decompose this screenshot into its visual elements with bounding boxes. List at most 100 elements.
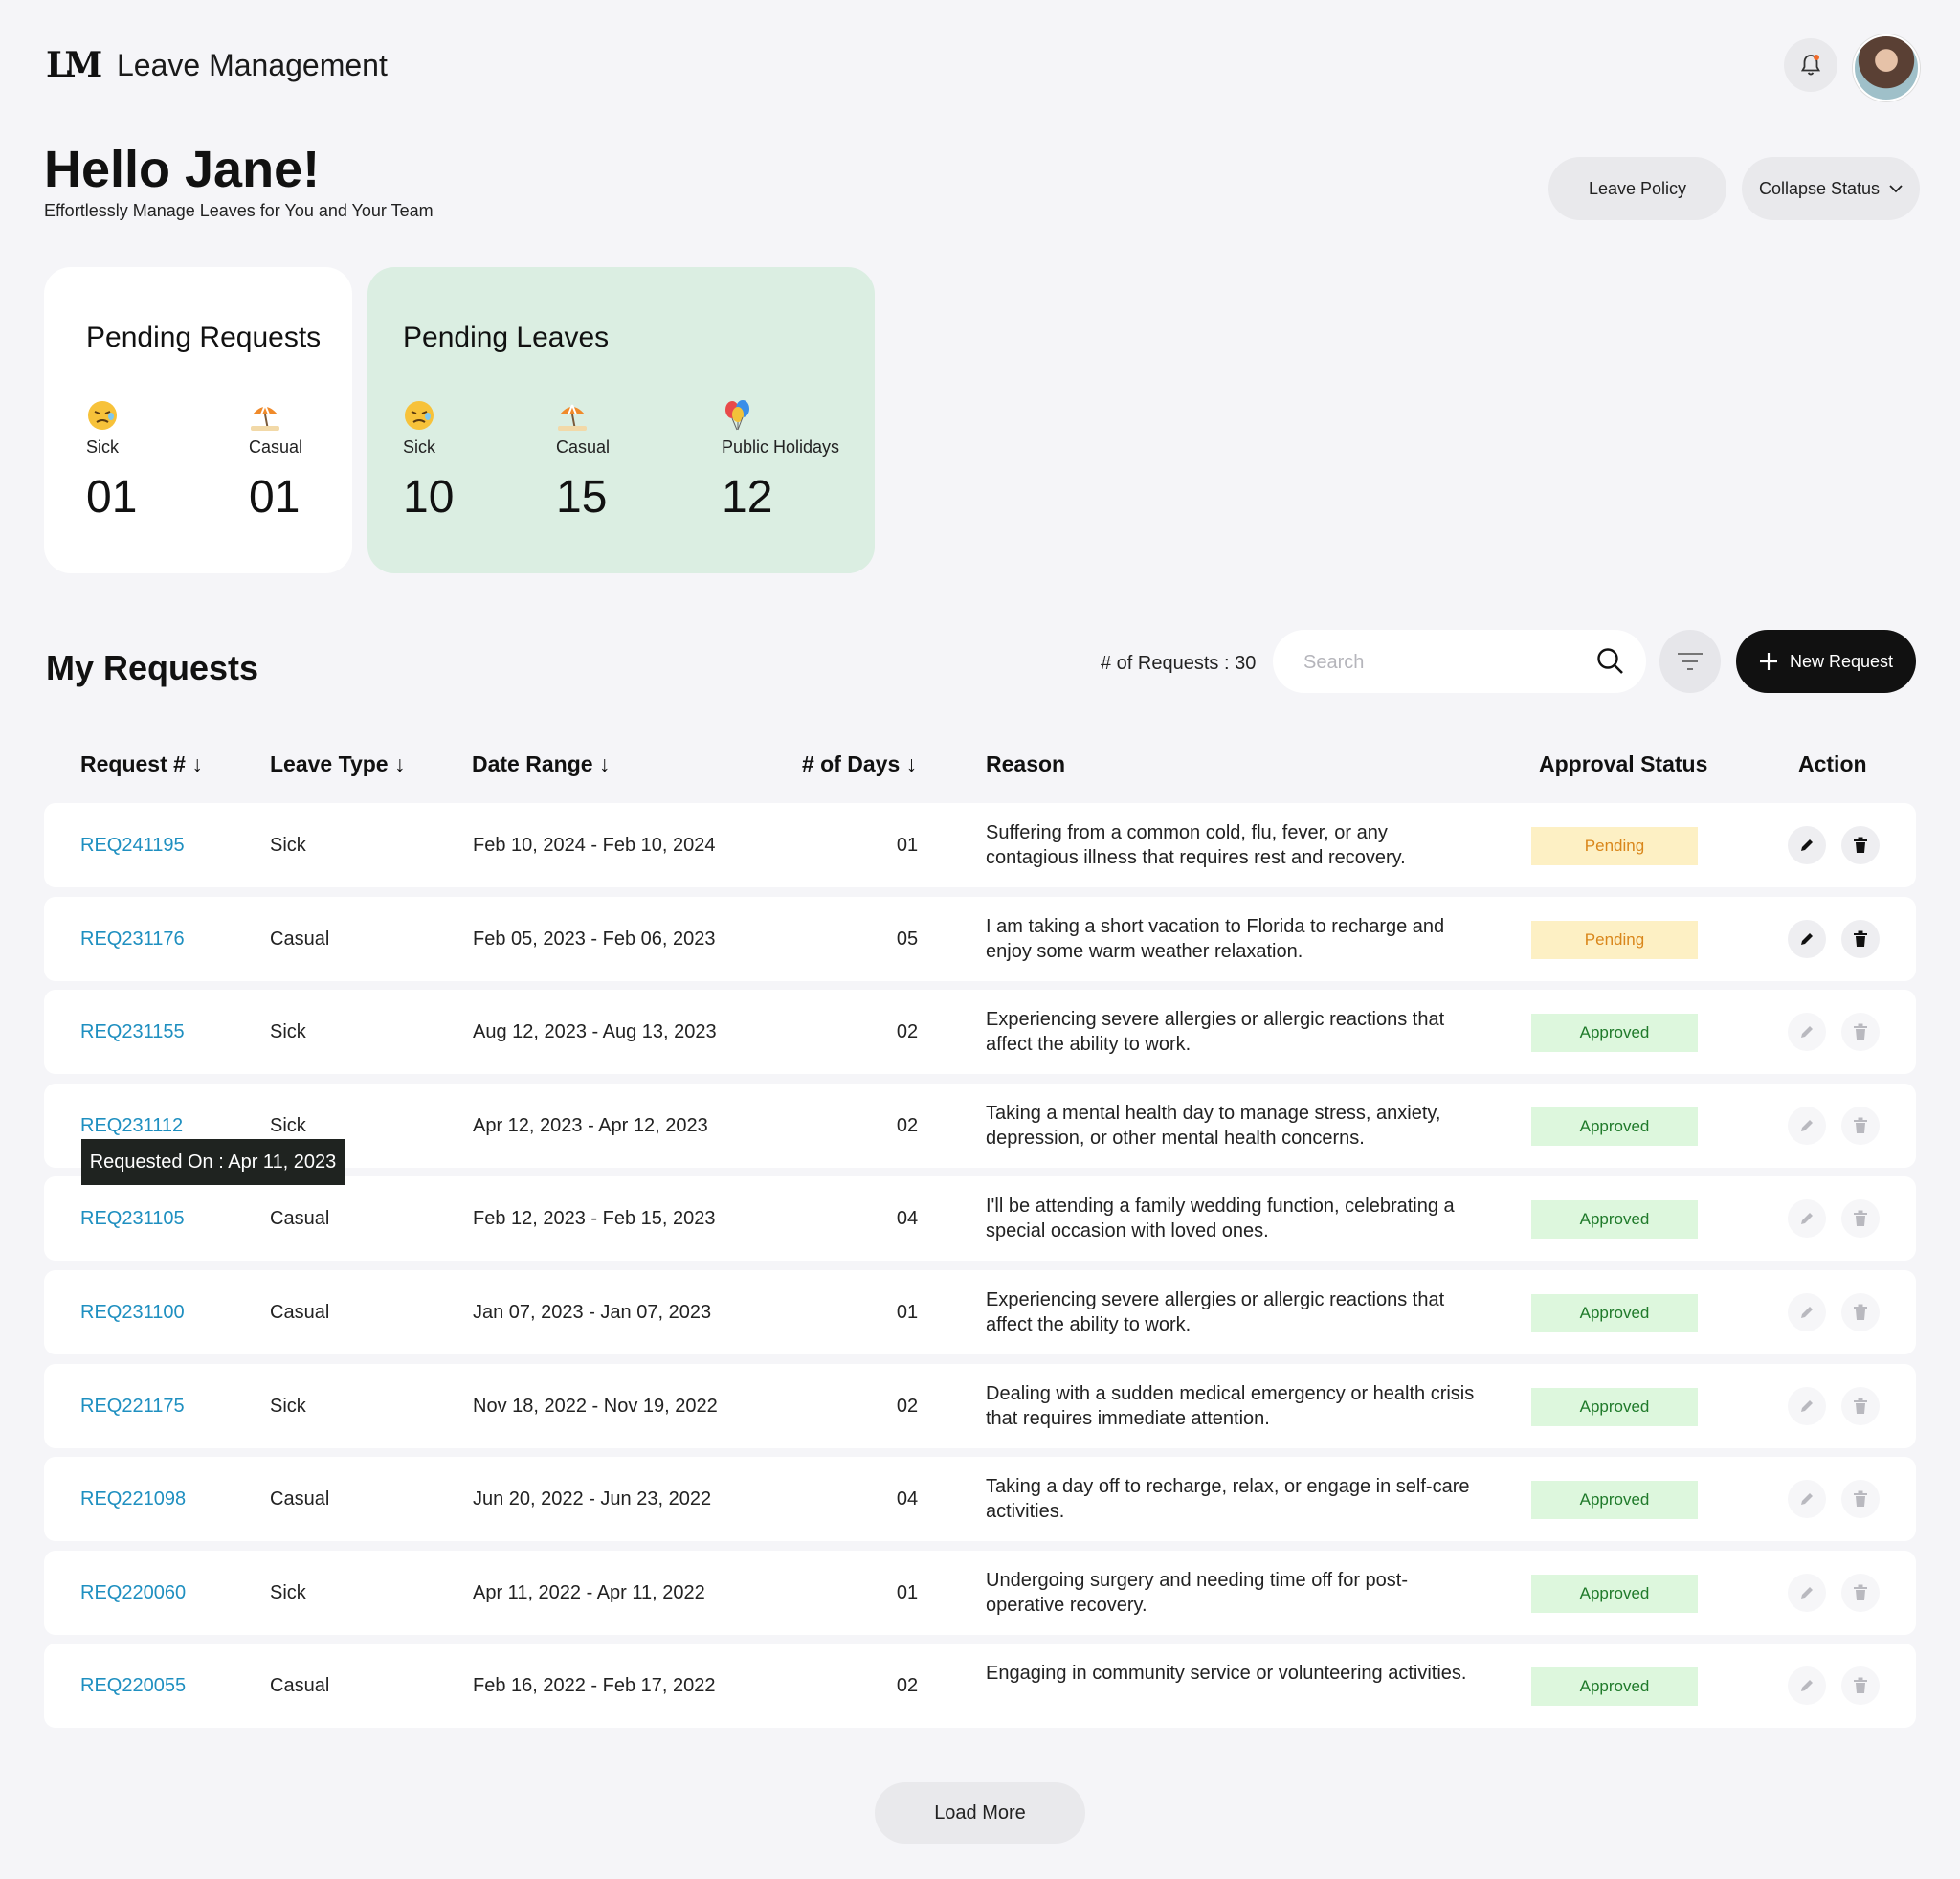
reason-text: I'll be attending a family wedding funct… (986, 1196, 1455, 1242)
request-id-link[interactable]: REQ231155 (80, 1019, 185, 1044)
page-title: Hello Jane! (44, 141, 321, 198)
leave-type: Sick (270, 1021, 306, 1043)
load-more-button[interactable]: Load More (875, 1782, 1085, 1844)
date-range: Aug 12, 2023 - Aug 13, 2023 (473, 1021, 717, 1043)
pencil-icon (1801, 1399, 1813, 1412)
leave-type: Casual (270, 1208, 330, 1230)
delete-button[interactable] (1841, 826, 1880, 864)
stat-value: 10 (403, 472, 455, 523)
search-icon[interactable] (1596, 647, 1625, 676)
notifications-button[interactable] (1784, 38, 1838, 92)
delete-button (1841, 1480, 1880, 1519)
pending-leaves-casual: Casual 15 (556, 399, 610, 523)
days-count: 01 (896, 1581, 919, 1603)
stat-label: Casual (249, 437, 303, 457)
status-badge: Approved (1531, 1667, 1698, 1707)
collapse-status-button[interactable]: Collapse Status (1742, 157, 1920, 220)
table-row: REQ220055 Casual Feb 16, 2022 - Feb 17, 20… (44, 1644, 1916, 1729)
reason-text: Suffering from a common cold, flu, fever… (986, 822, 1406, 868)
sick-face-icon (86, 399, 137, 432)
pencil-icon (1801, 932, 1813, 945)
table-row: REQ220060 Sick Apr 11, 2022 - Apr 11, 2022… (44, 1550, 1916, 1635)
beach-umbrella-icon (556, 399, 610, 432)
stat-value: 01 (249, 472, 301, 523)
status-badge: Approved (1531, 1574, 1698, 1613)
days-count: 02 (896, 1395, 919, 1417)
user-avatar[interactable] (1853, 34, 1920, 101)
reason-text: Taking a mental health day to manage str… (986, 1102, 1441, 1149)
request-id-link[interactable]: REQ241195 (80, 833, 185, 858)
request-id-link[interactable]: REQ221175 (80, 1394, 185, 1419)
request-id-link[interactable]: REQ231112 (80, 1113, 183, 1138)
beach-umbrella-icon (249, 399, 302, 432)
days-count: 02 (896, 1021, 919, 1043)
pencil-icon (1801, 1493, 1813, 1506)
pencil-icon (1801, 1680, 1813, 1692)
new-request-label: New Request (1789, 651, 1894, 671)
table-row: REQ241195 Sick Feb 10, 2024 - Feb 10, 2024… (44, 803, 1916, 887)
leave-type: Sick (270, 1114, 306, 1136)
pencil-icon (1801, 1213, 1813, 1225)
balloons-icon (722, 399, 839, 432)
delete-button[interactable] (1841, 919, 1880, 958)
days-count: 05 (896, 928, 919, 950)
pending-requests-card: Pending Requests Sick 01 Casual 01 (44, 267, 352, 573)
request-id-link[interactable]: REQ231105 (80, 1206, 185, 1231)
new-request-button[interactable]: New Request (1736, 630, 1916, 693)
edit-button (1788, 1013, 1826, 1052)
request-id-link[interactable]: REQ231100 (80, 1300, 185, 1325)
reason-text: I am taking a short vacation to Florida … (986, 915, 1445, 962)
edit-button[interactable] (1788, 919, 1826, 958)
request-id-link[interactable]: REQ221098 (80, 1487, 186, 1511)
trash-icon (1854, 1584, 1867, 1600)
date-range: Nov 18, 2022 - Nov 19, 2022 (473, 1395, 718, 1417)
status-badge: Approved (1531, 1387, 1698, 1426)
column-header-action: Action (1798, 751, 1867, 776)
filter-button[interactable] (1659, 630, 1721, 693)
edit-button (1788, 1573, 1826, 1612)
trash-icon (1854, 1023, 1867, 1040)
trash-icon (1854, 1490, 1867, 1508)
search-input[interactable] (1302, 647, 1583, 678)
pencil-icon (1801, 1119, 1813, 1131)
edit-button (1788, 1386, 1826, 1425)
leave-policy-button[interactable]: Leave Policy (1548, 157, 1726, 220)
page-subtitle: Effortlessly Manage Leaves for You and Y… (44, 201, 434, 220)
edit-button (1788, 1480, 1826, 1519)
date-range: Jan 07, 2023 - Jan 07, 2023 (473, 1302, 712, 1323)
request-id-link[interactable]: REQ231176 (80, 927, 185, 951)
column-header-leave-type[interactable]: Leave Type ↓ (270, 749, 405, 779)
search-box[interactable] (1273, 630, 1646, 693)
edit-button[interactable] (1788, 826, 1826, 864)
stat-value: 12 (722, 472, 773, 523)
leave-type: Casual (270, 928, 330, 950)
delete-button (1841, 1573, 1880, 1612)
request-id-link[interactable]: REQ220060 (80, 1580, 186, 1605)
table-row: REQ221175 Sick Nov 18, 2022 - Nov 19, 2022… (44, 1363, 1916, 1448)
request-id-link[interactable]: REQ220055 (80, 1673, 186, 1698)
stat-label: Public Holidays (722, 437, 840, 457)
column-header-date-range[interactable]: Date Range ↓ (472, 749, 610, 779)
column-header-approval-status: Approval Status (1539, 751, 1708, 776)
plus-icon (1759, 653, 1777, 670)
requests-count: # of Requests : 30 (1101, 653, 1257, 674)
table-row: REQ231105 Casual Feb 12, 2023 - Feb 15, 20… (44, 1176, 1916, 1262)
delete-button (1841, 1293, 1880, 1331)
delete-button (1841, 1199, 1880, 1239)
pending-leaves-sick: Sick 10 (403, 399, 454, 523)
table-row: REQ231176 Casual Feb 05, 2023 - Feb 06, 20… (44, 896, 1916, 981)
trash-icon (1854, 1304, 1867, 1320)
days-count: 04 (896, 1208, 919, 1230)
status-badge: Pending (1531, 920, 1698, 959)
date-range: Apr 12, 2023 - Apr 12, 2023 (473, 1114, 708, 1136)
column-header-days[interactable]: # of Days ↓ (802, 749, 917, 779)
pencil-icon (1801, 1026, 1813, 1039)
column-header-request[interactable]: Request # ↓ (80, 749, 203, 779)
stat-label: Sick (86, 437, 120, 457)
trash-icon (1854, 1117, 1867, 1133)
trash-icon (1854, 1398, 1867, 1414)
edit-button (1788, 1199, 1826, 1239)
status-badge: Pending (1531, 827, 1698, 865)
edit-button (1788, 1293, 1826, 1331)
pending-leaves-public-holidays: Public Holidays 12 (722, 399, 839, 523)
